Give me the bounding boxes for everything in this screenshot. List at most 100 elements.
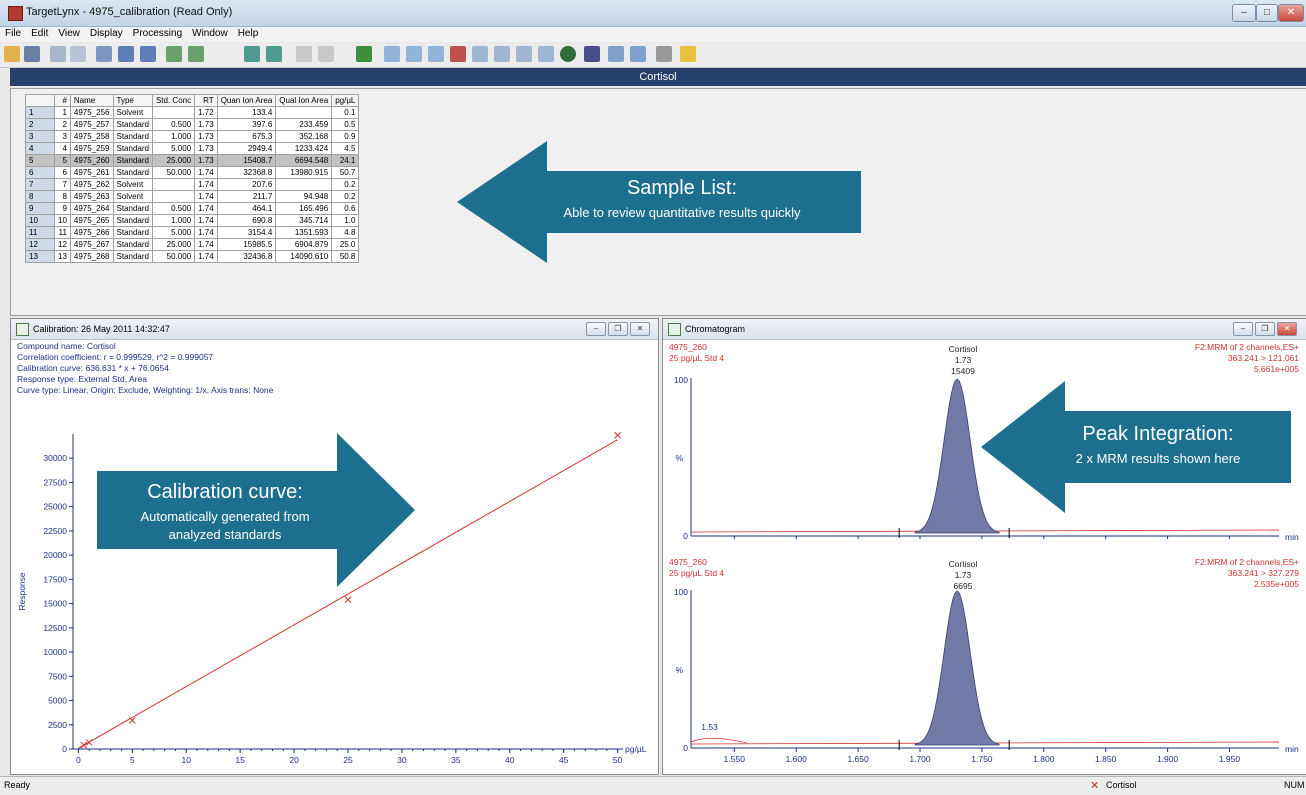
menu-processing[interactable]: Processing — [128, 27, 187, 40]
table-cell: 4975_268 — [69, 250, 114, 263]
table-cell: 8 — [54, 190, 71, 203]
calibration-callout-line2: analyzed standards — [168, 527, 282, 542]
back-icon[interactable] — [266, 46, 282, 62]
print-icon[interactable] — [656, 46, 672, 62]
table-cell: 6694.548 — [275, 154, 333, 167]
layout-icon[interactable] — [472, 46, 488, 62]
integrate-icon[interactable] — [70, 46, 86, 62]
eraser-icon[interactable] — [584, 46, 600, 62]
menu-edit[interactable]: Edit — [26, 27, 53, 40]
chromatogram-minimize-button[interactable]: – — [1233, 322, 1253, 336]
image-icon[interactable] — [516, 46, 532, 62]
row-number[interactable]: 2 — [25, 118, 55, 131]
chart-icon[interactable] — [384, 46, 400, 62]
zoom-fit-icon[interactable] — [356, 46, 372, 62]
maximize-button[interactable]: □ — [1256, 4, 1278, 22]
table-row[interactable]: 7 7 4975_262 Solvent 1.74 207.6 0.2 — [25, 178, 360, 191]
chromatogram-window-icon — [668, 323, 681, 336]
row-number[interactable]: 6 — [25, 166, 55, 179]
table-row[interactable]: 9 9 4975_264 Standard 0.500 1.74 464.1 165.496 0… — [25, 202, 360, 215]
column-header[interactable]: RT — [194, 94, 218, 107]
calibration-minimize-button[interactable]: – — [586, 322, 606, 336]
menu-window[interactable]: Window — [187, 27, 233, 40]
data-point — [344, 596, 352, 604]
table-row[interactable]: 4 4 4975_259 Standard 5.000 1.73 2949.4 1233.42… — [25, 142, 360, 155]
row-number[interactable]: 3 — [25, 130, 55, 143]
right-bracket-icon[interactable] — [318, 46, 334, 62]
column-header[interactable]: Name — [69, 94, 114, 107]
x-tick-label: 1.600 — [786, 754, 808, 764]
table-cell: Standard — [112, 250, 153, 263]
row-number[interactable]: 11 — [25, 226, 55, 239]
column-header[interactable]: Std. Conc — [151, 94, 196, 107]
left-bracket-icon[interactable] — [296, 46, 312, 62]
chromatogram-close-button[interactable]: ✕ — [1277, 322, 1297, 336]
book-icon[interactable] — [538, 46, 554, 62]
peak-rt: 1.73 — [955, 355, 972, 365]
table-cell: Standard — [112, 166, 153, 179]
row-number[interactable]: 13 — [25, 250, 55, 263]
table-row[interactable]: 3 3 4975_258 Standard 1.000 1.73 675.3 352.168 0… — [25, 130, 360, 143]
chromatogram-restore-button[interactable]: ❐ — [1255, 322, 1275, 336]
split-vertical-icon[interactable] — [630, 46, 646, 62]
table-row[interactable]: 2 2 4975_257 Standard 0.500 1.73 397.6 233.459 0… — [25, 118, 360, 131]
x-unit-label: min — [1285, 532, 1299, 542]
table-cell: 25.0 — [331, 238, 360, 251]
menu-file[interactable]: File — [0, 27, 26, 40]
table-cell: 1.73 — [194, 154, 218, 167]
sum-icon[interactable] — [494, 46, 510, 62]
calibration-icon[interactable] — [450, 46, 466, 62]
column-header[interactable]: pg/µL — [331, 94, 360, 107]
split-horizontal-icon[interactable] — [608, 46, 624, 62]
sample-list-icon[interactable] — [96, 46, 112, 62]
table-row[interactable]: 1 1 4975_256 Solvent 1.72 133.4 0.1 — [25, 106, 360, 119]
column-header[interactable]: Qual Ion Area — [275, 94, 333, 107]
row-number[interactable]: 1 — [25, 106, 55, 119]
table-cell: 4975_258 — [69, 130, 114, 143]
row-number[interactable]: 8 — [25, 190, 55, 203]
table-row[interactable]: 8 8 4975_263 Solvent 1.74 211.7 94.948 0.2 — [25, 190, 360, 203]
forward-icon[interactable] — [244, 46, 260, 62]
menu-view[interactable]: View — [53, 27, 85, 40]
column-header[interactable]: Type — [112, 94, 153, 107]
column-header[interactable]: Quan Ion Area — [216, 94, 277, 107]
menu-display[interactable]: Display — [85, 27, 128, 40]
table-row[interactable]: 12 12 4975_267 Standard 25.000 1.74 15985.5 690… — [25, 238, 360, 251]
row-number[interactable]: 4 — [25, 142, 55, 155]
x-tick-label: 5 — [130, 755, 135, 765]
column-header[interactable]: # — [54, 94, 71, 107]
globe-icon[interactable] — [560, 46, 576, 62]
row-number[interactable]: 5 — [25, 154, 55, 167]
table-row[interactable]: 6 6 4975_261 Standard 50.000 1.74 32368.8 13980… — [25, 166, 360, 179]
table-cell: Standard — [112, 202, 153, 215]
table-row[interactable]: 13 13 4975_268 Standard 50.000 1.74 32436.8 140… — [25, 250, 360, 263]
calibration-close-button[interactable]: ✕ — [630, 322, 650, 336]
menu-help[interactable]: Help — [233, 27, 264, 40]
curve-type-line: Curve type: Linear, Origin: Exclude, Wei… — [17, 385, 274, 395]
status-bar: Ready ✕ Cortisol NUM — [0, 776, 1306, 795]
row-number[interactable]: 12 — [25, 238, 55, 251]
row-number[interactable]: 7 — [25, 178, 55, 191]
previous-icon[interactable] — [166, 46, 182, 62]
close-button[interactable]: ✕ — [1278, 4, 1304, 22]
help-icon[interactable] — [680, 46, 696, 62]
spectrum-icon[interactable] — [428, 46, 444, 62]
save-icon[interactable] — [24, 46, 40, 62]
row-number[interactable]: 10 — [25, 214, 55, 227]
table-row[interactable]: 10 10 4975_265 Standard 1.000 1.74 690.8 345.71… — [25, 214, 360, 227]
trace-sample-desc: 25 pg/µL Std 4 — [669, 353, 724, 363]
calibration-restore-button[interactable]: ❐ — [608, 322, 628, 336]
peak-view-icon[interactable] — [406, 46, 422, 62]
minimize-button[interactable]: – — [1232, 4, 1256, 22]
monitor-alt-icon[interactable] — [140, 46, 156, 62]
monitor-icon[interactable] — [118, 46, 134, 62]
table-row[interactable]: 11 11 4975_266 Standard 5.000 1.74 3154.4 1351.… — [25, 226, 360, 239]
open-icon[interactable] — [4, 46, 20, 62]
row-number[interactable]: 9 — [25, 202, 55, 215]
peak-icon[interactable] — [50, 46, 66, 62]
table-row[interactable]: 5 5 4975_260 Standard 25.000 1.73 15408.7 6694.… — [25, 154, 360, 167]
next-icon[interactable] — [188, 46, 204, 62]
data-point — [128, 717, 136, 724]
trace-intensity: 2.535e+005 — [1254, 579, 1299, 589]
sample-table[interactable]: # Name Type Std. Conc RT Quan Ion Area Qual Io… — [25, 94, 360, 263]
